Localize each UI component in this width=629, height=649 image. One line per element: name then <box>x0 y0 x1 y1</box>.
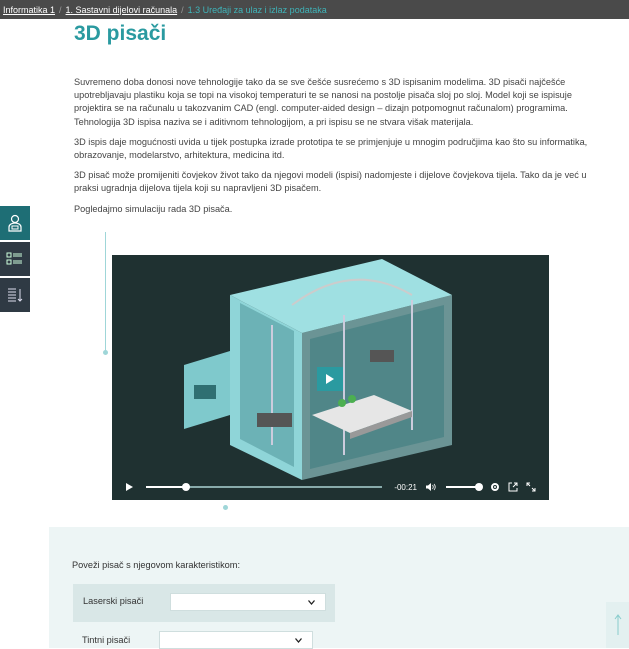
volume-slider[interactable] <box>446 483 483 491</box>
match-select[interactable] <box>170 593 326 611</box>
arrow-up-icon <box>614 614 621 635</box>
exercise-question: Poveži pisač s njegovom karakteristikom: <box>72 560 240 570</box>
seek-handle[interactable] <box>182 483 191 491</box>
seek-bar-fill <box>146 486 187 488</box>
share-button[interactable] <box>508 482 518 492</box>
breadcrumb-course-link[interactable]: Informatika 1 <box>3 5 55 15</box>
video-controls: -00:21 <box>112 474 549 500</box>
time-remaining: -00:21 <box>394 482 417 492</box>
chevron-down-icon <box>295 638 302 643</box>
teacher-tab[interactable] <box>0 206 30 240</box>
paragraph: Suvremeno doba donosi nove tehnologije t… <box>74 77 572 127</box>
breadcrumb-separator: / <box>181 4 184 15</box>
volume-icon <box>426 483 436 491</box>
match-row: Laserski pisači <box>73 584 335 622</box>
list-sort-icon <box>8 288 23 302</box>
volume-handle[interactable] <box>475 483 483 491</box>
settings-button[interactable] <box>490 482 500 492</box>
teacher-icon <box>8 214 22 232</box>
scroll-to-top-button[interactable] <box>606 602 629 648</box>
gear-icon <box>491 483 499 491</box>
fullscreen-icon <box>526 482 536 492</box>
breadcrumb-separator: / <box>59 4 62 15</box>
matching-exercise: Poveži pisač s njegovom karakteristikom:… <box>49 527 629 649</box>
breadcrumb-current: 1.3 Uređaji za ulaz i izlaz podataka <box>187 4 327 15</box>
video-player[interactable]: -00:21 <box>112 255 549 500</box>
volume-button[interactable] <box>425 482 436 492</box>
big-play-button[interactable] <box>317 367 343 391</box>
paragraph: 3D ispis daje mogućnosti uvida u tijek p… <box>74 136 588 161</box>
video-decoration-dot <box>103 350 108 355</box>
video-decoration-dot <box>223 505 228 510</box>
paragraph: Pogledajmo simulaciju rada 3D pisača. <box>74 203 233 214</box>
breadcrumb: Informatika 1 / 1. Sastavni dijelovi rač… <box>0 0 629 19</box>
play-icon <box>326 374 334 384</box>
play-button[interactable] <box>125 482 134 492</box>
play-icon <box>126 483 133 491</box>
video-decoration <box>105 232 108 352</box>
checklist-tab[interactable] <box>0 242 30 276</box>
breadcrumb-chapter-link[interactable]: 1. Sastavni dijelovi računala <box>66 5 178 15</box>
checklist-icon <box>6 252 22 265</box>
fullscreen-button[interactable] <box>526 482 536 492</box>
match-select[interactable] <box>159 631 313 649</box>
match-row-label: Laserski pisači <box>83 596 144 606</box>
page-title: 3D pisači <box>74 22 167 45</box>
external-link-icon <box>508 482 518 492</box>
chevron-down-icon <box>308 600 315 605</box>
contents-tab[interactable] <box>0 278 30 312</box>
side-toolbar <box>0 206 30 314</box>
paragraph: 3D pisač može promijeniti čovjekov život… <box>74 170 587 194</box>
article-body: Suvremeno doba donosi nove tehnologije t… <box>74 76 594 223</box>
match-row-label: Tintni pisači <box>82 635 131 645</box>
seek-bar[interactable] <box>146 483 383 491</box>
